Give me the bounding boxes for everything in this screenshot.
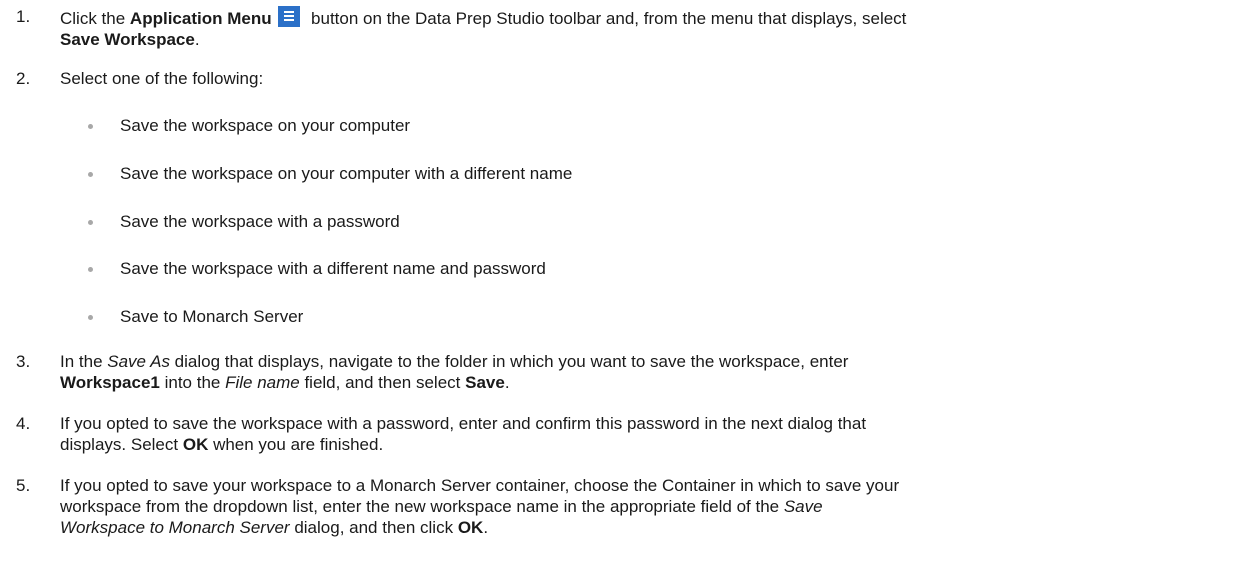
step-number: 2. [16, 69, 31, 88]
file-name-field-label: File name [225, 373, 300, 392]
step-text: If you opted to save the workspace with … [60, 413, 1250, 455]
step-number: 1. [16, 7, 31, 26]
step-text: In the Save As dialog that displays, nav… [60, 351, 1250, 393]
bullet-icon [88, 315, 93, 320]
hamburger-menu-icon [278, 6, 301, 27]
step-text: Select one of the following: [60, 68, 1250, 89]
step-line: Save Workspace. [60, 30, 200, 49]
step-line: workspace from the dropdown list, enter … [60, 497, 823, 516]
application-menu-label: Application Menu [129, 9, 272, 28]
step-number: 4. [16, 414, 31, 433]
step-line: If you opted to save the workspace with … [60, 414, 867, 433]
step-line: Select one of the following: [60, 69, 264, 88]
step-text: If you opted to save your workspace to a… [60, 475, 1250, 538]
step-line: If you opted to save your workspace to a… [60, 476, 900, 495]
save-as-dialog-label: Save As [107, 352, 170, 371]
bullet-icon [88, 124, 93, 129]
workspace1-label: Workspace1 [60, 373, 160, 392]
bullet-icon [88, 172, 93, 177]
save-label: Save [465, 373, 505, 392]
step-line: In the Save As dialog that displays, nav… [60, 352, 849, 371]
step-line: Workspace to Monarch Server dialog, and … [60, 518, 489, 537]
ok-label: OK [457, 518, 484, 537]
step-line: Click the Application Menu button on the… [60, 6, 1250, 29]
step-text: Click the Application Menu button on the… [60, 6, 1250, 50]
ok-label: OK [182, 435, 209, 454]
bullet-icon [88, 220, 93, 225]
monarch-server-dialog-label: Workspace to Monarch Server [60, 518, 290, 537]
save-dialog-label: Save [783, 497, 823, 516]
bullet-icon [88, 267, 93, 272]
step-line: displays. Select OK when you are finishe… [60, 435, 384, 454]
save-workspace-label: Save Workspace [60, 30, 195, 49]
step-number: 5. [16, 476, 31, 495]
step-number: 3. [16, 352, 31, 371]
step-line: Workspace1 into the File name field, and… [60, 373, 510, 392]
